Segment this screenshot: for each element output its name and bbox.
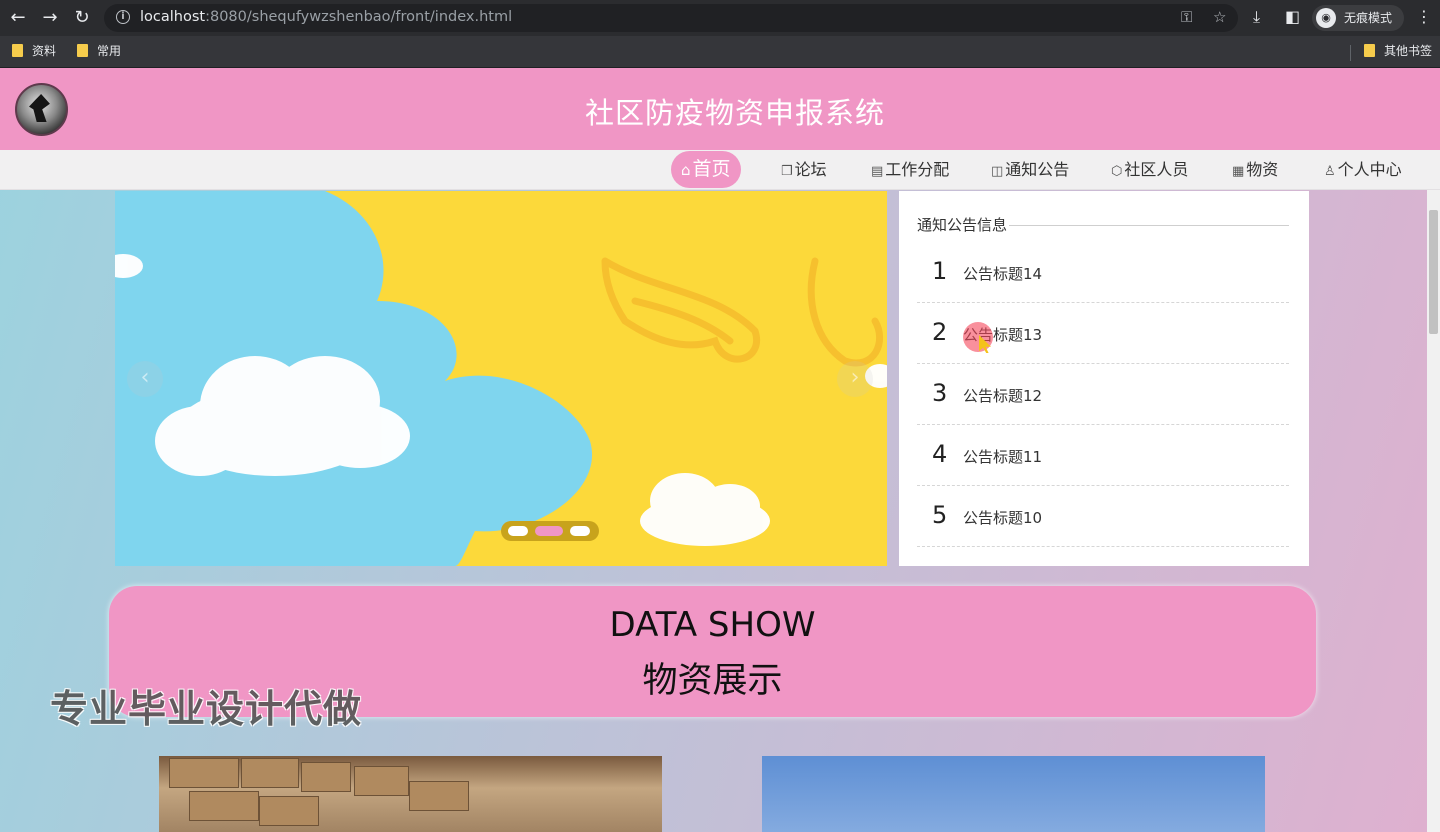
download-icon[interactable]: ⤓ (1253, 7, 1260, 27)
key-icon[interactable]: ⚿ (1181, 8, 1192, 26)
nav-forum[interactable]: ❒ 论坛 (781, 150, 827, 190)
box-shape (301, 762, 351, 792)
carousel-dot[interactable] (508, 526, 528, 536)
folder-icon (77, 44, 88, 57)
notice-item[interactable]: 5 公告标题10 (917, 486, 1289, 547)
carousel-prev-button[interactable]: ‹ (127, 361, 163, 397)
notice-item[interactable]: 3 公告标题12 (917, 364, 1289, 425)
box-shape (259, 796, 319, 826)
cube-icon: ⬡ (1111, 164, 1123, 179)
user-icon: ♙ (1324, 164, 1336, 179)
layers-icon: ❒ (781, 164, 793, 179)
folder-icon (1364, 44, 1375, 57)
reload-icon[interactable]: ↻ (70, 6, 94, 30)
notice-title: 通知公告信息 (917, 214, 1010, 235)
bookmark-folder[interactable]: 资料 (12, 43, 56, 59)
nav-community-staff[interactable]: ⬡ 社区人员 (1111, 150, 1188, 190)
site-title: 社区防疫物资申报系统 (584, 96, 885, 130)
folder-icon (12, 44, 23, 57)
box-shape (189, 791, 259, 821)
book-icon: ◫ (991, 164, 1004, 179)
supply-image[interactable] (159, 756, 662, 832)
star-icon[interactable]: ☆ (1213, 8, 1226, 26)
box-shape (409, 781, 469, 811)
carousel-dot[interactable] (570, 526, 590, 536)
box-shape (354, 766, 409, 796)
bookmark-separator (1350, 45, 1351, 61)
notice-item[interactable]: 4 公告标题11 (917, 425, 1289, 486)
forward-icon[interactable]: → (38, 6, 62, 30)
other-bookmarks[interactable]: 其他书签 (1364, 43, 1432, 59)
page-scrollbar[interactable] (1427, 190, 1440, 832)
carousel-next-button[interactable]: › (837, 361, 873, 397)
browser-toolbar: ← → ↻ i localhost:8080/shequfywzshenbao/… (0, 0, 1440, 36)
menu-icon[interactable]: ⋮ (1416, 7, 1432, 26)
carousel-slide-image (115, 191, 887, 566)
cursor-highlight (963, 322, 993, 352)
box-shape (169, 758, 239, 788)
back-icon[interactable]: ← (6, 6, 30, 30)
nav-profile[interactable]: ♙ 个人中心 (1324, 150, 1402, 190)
notice-item[interactable]: 1 公告标题14 (917, 242, 1289, 303)
info-icon[interactable]: i (116, 10, 130, 24)
site-header: 社区防疫物资申报系统 (0, 68, 1440, 150)
main-nav: ⌂ 首页 ❒ 论坛 ▤ 工作分配 ◫ 通知公告 ⬡ 社区人员 ▦ 物资 ♙ 个人中心 (0, 150, 1440, 190)
home-icon: ⌂ (681, 161, 691, 179)
data-show-title-en: DATA SHOW (609, 605, 816, 645)
scrollbar-thumb[interactable] (1429, 210, 1438, 334)
carousel-indicators (501, 521, 599, 541)
nav-supplies[interactable]: ▦ 物资 (1232, 150, 1278, 190)
nav-notice[interactable]: ◫ 通知公告 (991, 150, 1069, 190)
calendar-icon: ▦ (1232, 164, 1245, 179)
notice-panel: 通知公告信息 1 公告标题14 2 公告标题13 3 公告标题12 4 公告标题11 5… (899, 191, 1309, 566)
incognito-icon: ◉ (1316, 8, 1336, 28)
watermark-text: 专业毕业设计代做 (50, 687, 363, 731)
bookmark-folder[interactable]: 常用 (77, 43, 121, 59)
clipboard-icon: ▤ (871, 164, 884, 179)
carousel[interactable]: ‹ › (115, 191, 887, 566)
supply-image[interactable] (762, 756, 1265, 832)
carousel-dot-active[interactable] (535, 526, 563, 536)
incognito-badge[interactable]: ◉ 无痕模式 (1312, 5, 1404, 31)
box-shape (241, 758, 299, 788)
nav-home[interactable]: ⌂ 首页 (671, 151, 741, 188)
sidepanel-icon[interactable]: ◧ (1285, 7, 1300, 26)
page-content: 社区防疫物资申报系统 ⌂ 首页 ❒ 论坛 ▤ 工作分配 ◫ 通知公告 ⬡ 社区人员 ▦ 物资… (0, 68, 1440, 832)
nav-work-assign[interactable]: ▤ 工作分配 (871, 150, 949, 190)
bookmarks-bar: 资料 常用 其他书签 (0, 36, 1440, 68)
address-bar[interactable]: i localhost:8080/shequfywzshenbao/front/… (104, 4, 1238, 32)
url-text[interactable]: localhost:8080/shequfywzshenbao/front/in… (140, 9, 512, 25)
